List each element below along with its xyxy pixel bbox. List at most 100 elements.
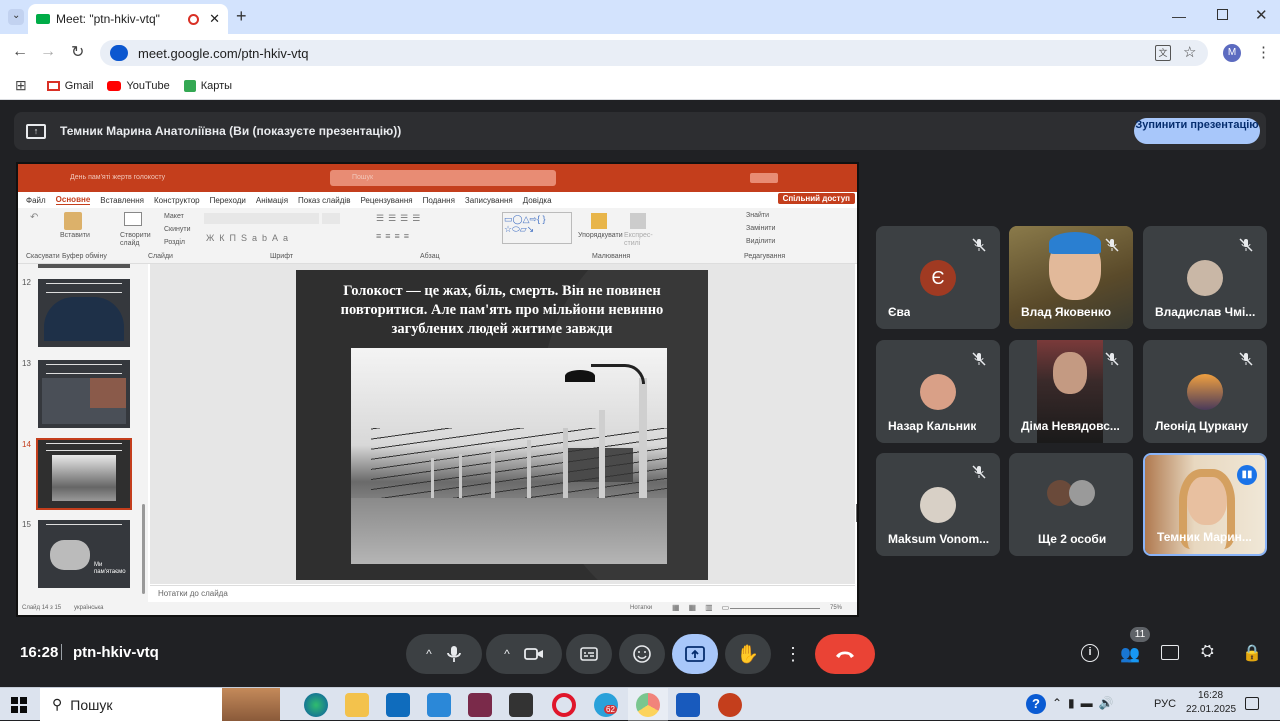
camera-toggle-button[interactable]: ^: [486, 634, 562, 674]
new-tab-button[interactable]: +: [236, 6, 247, 27]
word-icon[interactable]: [676, 693, 700, 717]
ppt-menu-item[interactable]: Записування: [465, 196, 513, 205]
participant-tile[interactable]: Влад Яковенко: [1009, 226, 1133, 329]
present-button-active[interactable]: [672, 634, 718, 674]
ppt-menu-item[interactable]: Переходи: [210, 196, 246, 205]
notifications-icon[interactable]: [1245, 697, 1259, 710]
help-icon[interactable]: ?: [1026, 694, 1046, 714]
zoom-level[interactable]: 75%: [830, 605, 842, 611]
apps-grid-icon[interactable]: ⊞: [15, 77, 27, 94]
ppt-menu-item[interactable]: Вставлення: [100, 196, 144, 205]
address-bar[interactable]: meet.google.com/ptn-hkiv-vtq: [100, 40, 1208, 66]
tab-search-button[interactable]: ⌄: [8, 9, 24, 25]
language-indicator[interactable]: РУС: [1154, 698, 1176, 710]
people-icon[interactable]: 👥: [1120, 644, 1140, 664]
arrange-icon[interactable]: [591, 213, 607, 229]
close-window-icon[interactable]: ✕: [1255, 6, 1268, 24]
paste-icon[interactable]: [64, 212, 82, 230]
clock-date[interactable]: 22.01.2025: [1186, 704, 1236, 715]
ppt-menu-item[interactable]: Файл: [26, 196, 46, 205]
slide-thumbnail-12[interactable]: [38, 279, 130, 347]
back-icon[interactable]: ←: [12, 43, 28, 61]
opera-icon[interactable]: [552, 693, 576, 717]
captions-button[interactable]: [566, 634, 612, 674]
slide-thumbnail-14-selected[interactable]: [36, 438, 132, 510]
ppt-menu-item-active[interactable]: Основне: [55, 195, 91, 205]
find-button[interactable]: Знайти: [746, 212, 769, 219]
ppt-menu-item[interactable]: Рецензування: [360, 196, 412, 205]
leave-call-button[interactable]: [815, 634, 875, 674]
powerpoint-icon[interactable]: [718, 693, 742, 717]
bookmark-maps[interactable]: Карты: [183, 79, 232, 92]
font-name-box[interactable]: [204, 213, 319, 224]
font-size-box[interactable]: [322, 213, 340, 224]
store-icon[interactable]: [427, 693, 451, 717]
profile-avatar[interactable]: M: [1223, 44, 1241, 62]
participant-tile[interactable]: Назар Кальник: [876, 340, 1000, 443]
reload-icon[interactable]: ↻: [71, 42, 84, 62]
ppt-menu-item[interactable]: Показ слайдів: [298, 196, 350, 205]
bookmark-youtube[interactable]: YouTube: [107, 80, 170, 92]
undo-icon[interactable]: ↶: [30, 212, 38, 223]
menu-icon[interactable]: ⋮: [1256, 43, 1271, 61]
ppt-menu-item[interactable]: Конструктор: [154, 196, 200, 205]
ppt-share-button[interactable]: Спільний доступ: [777, 193, 855, 204]
reactions-button[interactable]: [619, 634, 665, 674]
translate-icon[interactable]: 文: [1155, 45, 1171, 61]
zoom-scroll-controls[interactable]: [856, 504, 857, 522]
section-label[interactable]: Розділ: [164, 239, 185, 246]
mic-toggle-button[interactable]: ^: [406, 634, 482, 674]
thumbs-scrollbar[interactable]: [142, 504, 145, 594]
bookmark-gmail[interactable]: Gmail: [46, 80, 93, 92]
shapes-gallery[interactable]: ▭◯△⇨{ }☆⬭▱↘: [502, 212, 572, 244]
minimize-icon[interactable]: —: [1172, 8, 1186, 24]
participant-tile[interactable]: Владислав Чмі...: [1143, 226, 1267, 329]
font-format-icons[interactable]: ЖКПSabAa: [206, 233, 293, 243]
participant-tile[interactable]: Леонід Цуркану: [1143, 340, 1267, 443]
select-button[interactable]: Виділити: [746, 238, 775, 245]
express-styles-icon[interactable]: [630, 213, 646, 229]
participant-tile[interactable]: Діма Невядовс...: [1009, 340, 1133, 443]
forward-icon[interactable]: →: [40, 43, 56, 61]
chat-icon[interactable]: [1161, 645, 1179, 660]
slide-thumbnail-15[interactable]: Ми пам'ятаємо: [38, 520, 130, 588]
taskbar-search-box[interactable]: ⚲ Пошук: [40, 688, 280, 721]
close-tab-icon[interactable]: ✕: [209, 11, 220, 27]
bookmark-star-icon[interactable]: ☆: [1183, 43, 1196, 61]
participant-tile[interactable]: Maksum Vonom...: [876, 453, 1000, 556]
host-controls-icon[interactable]: 🔒: [1242, 643, 1262, 663]
site-info-icon[interactable]: [110, 45, 128, 61]
new-slide-icon[interactable]: [124, 212, 142, 226]
slide-thumbnail-13[interactable]: [38, 360, 130, 428]
ppt-menu-item[interactable]: Довідка: [523, 196, 552, 205]
more-participants-tile[interactable]: Ще 2 особи: [1009, 453, 1133, 556]
align-icons[interactable]: ≡≡≡≡: [376, 231, 413, 241]
chevron-up-icon[interactable]: ^: [426, 647, 432, 661]
app-icon[interactable]: [468, 693, 492, 717]
more-options-button[interactable]: ⋮: [778, 634, 808, 674]
layout-label[interactable]: Макет: [164, 213, 184, 220]
tab-meet[interactable]: Meet: "ptn-hkiv-vtq" ✕: [28, 4, 228, 34]
activities-icon[interactable]: ⛭: [1201, 643, 1214, 661]
replace-button[interactable]: Замінити: [746, 225, 775, 232]
zoom-slider[interactable]: [730, 608, 820, 609]
windows-start-icon[interactable]: [11, 697, 27, 713]
notes-pane[interactable]: Нотатки до слайда: [150, 585, 855, 601]
ppt-search-box[interactable]: Пошук: [330, 170, 556, 186]
reset-label[interactable]: Скинути: [164, 226, 191, 233]
clock-time[interactable]: 16:28: [1198, 690, 1223, 701]
file-explorer-icon[interactable]: [345, 693, 369, 717]
outlook-icon[interactable]: [386, 693, 410, 717]
ppt-menu-item[interactable]: Анімація: [256, 196, 288, 205]
current-slide[interactable]: Голокост — це жах, біль, смерть. Він не …: [296, 270, 708, 580]
system-tray-icons[interactable]: ⌃▮▬🔊: [1052, 696, 1120, 710]
raise-hand-button[interactable]: ✋: [725, 634, 771, 674]
restore-icon[interactable]: [1217, 9, 1228, 20]
edge-icon[interactable]: [304, 693, 328, 717]
calendar-icon[interactable]: [509, 693, 533, 717]
participant-tile-self[interactable]: ▮▮ Темник Марин...: [1143, 453, 1267, 556]
paragraph-icons[interactable]: ☰☰☰☰: [376, 213, 424, 224]
notes-toggle[interactable]: Нотатки: [630, 605, 652, 611]
ppt-menu-item[interactable]: Подання: [423, 196, 455, 205]
meeting-info-icon[interactable]: i: [1081, 644, 1099, 662]
